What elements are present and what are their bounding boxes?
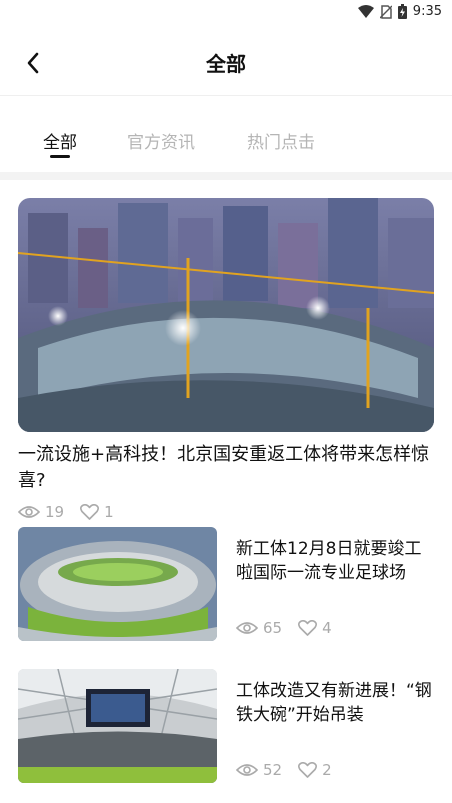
active-tab-indicator [50, 155, 70, 158]
tab-official-news[interactable]: 官方资讯 [127, 128, 195, 153]
section-divider [0, 172, 452, 180]
article-thumbnail [18, 527, 217, 641]
featured-article-stats: 19 1 [18, 503, 434, 521]
eye-icon [236, 622, 258, 634]
eye-icon [18, 506, 40, 518]
like-count-value: 1 [104, 503, 114, 521]
view-count-value: 19 [45, 503, 65, 521]
featured-article[interactable]: 一流设施+高科技！北京国安重返工体将带来怎样惊喜? 19 1 [18, 198, 434, 521]
status-time: 9:35 [412, 4, 442, 19]
category-tabs: 全部 官方资讯 热门点击 [0, 96, 452, 172]
page-title: 全部 [206, 52, 246, 76]
status-icons: 9:35 [357, 4, 442, 19]
list-item[interactable]: 新工体12月8日就要竣工啦国际一流专业足球场 65 4 [18, 527, 434, 641]
status-bar: 9:35 [0, 0, 452, 26]
heart-icon [298, 762, 318, 778]
list-item[interactable]: 工体改造又有新进展！“钢铁大碗”开始吊装 52 2 [18, 669, 434, 783]
like-count[interactable]: 2 [298, 761, 332, 779]
battery-icon [397, 4, 407, 19]
heart-icon [80, 504, 100, 520]
featured-article-title: 一流设施+高科技！北京国安重返工体将带来怎样惊喜? [18, 444, 430, 491]
like-count[interactable]: 4 [298, 619, 332, 637]
featured-article-image [18, 198, 434, 432]
article-stats: 65 4 [236, 619, 332, 637]
no-sim-icon [379, 4, 392, 19]
view-count: 65 [236, 619, 282, 637]
tab-all[interactable]: 全部 [43, 128, 77, 153]
article-stats: 52 2 [236, 761, 332, 779]
article-title: 工体改造又有新进展！“钢铁大碗”开始吊装 [236, 681, 432, 725]
view-count: 19 [18, 503, 64, 521]
heart-icon [298, 620, 318, 636]
top-app-bar: 全部 [0, 26, 452, 96]
view-count-value: 65 [263, 619, 283, 637]
like-count[interactable]: 1 [80, 503, 114, 521]
tab-popular[interactable]: 热门点击 [247, 128, 315, 153]
view-count-value: 52 [263, 761, 283, 779]
eye-icon [236, 764, 258, 776]
wifi-icon [357, 5, 374, 18]
article-thumbnail [18, 669, 217, 783]
view-count: 52 [236, 761, 282, 779]
like-count-value: 4 [322, 619, 332, 637]
like-count-value: 2 [322, 761, 332, 779]
article-title: 新工体12月8日就要竣工啦国际一流专业足球场 [236, 539, 422, 583]
